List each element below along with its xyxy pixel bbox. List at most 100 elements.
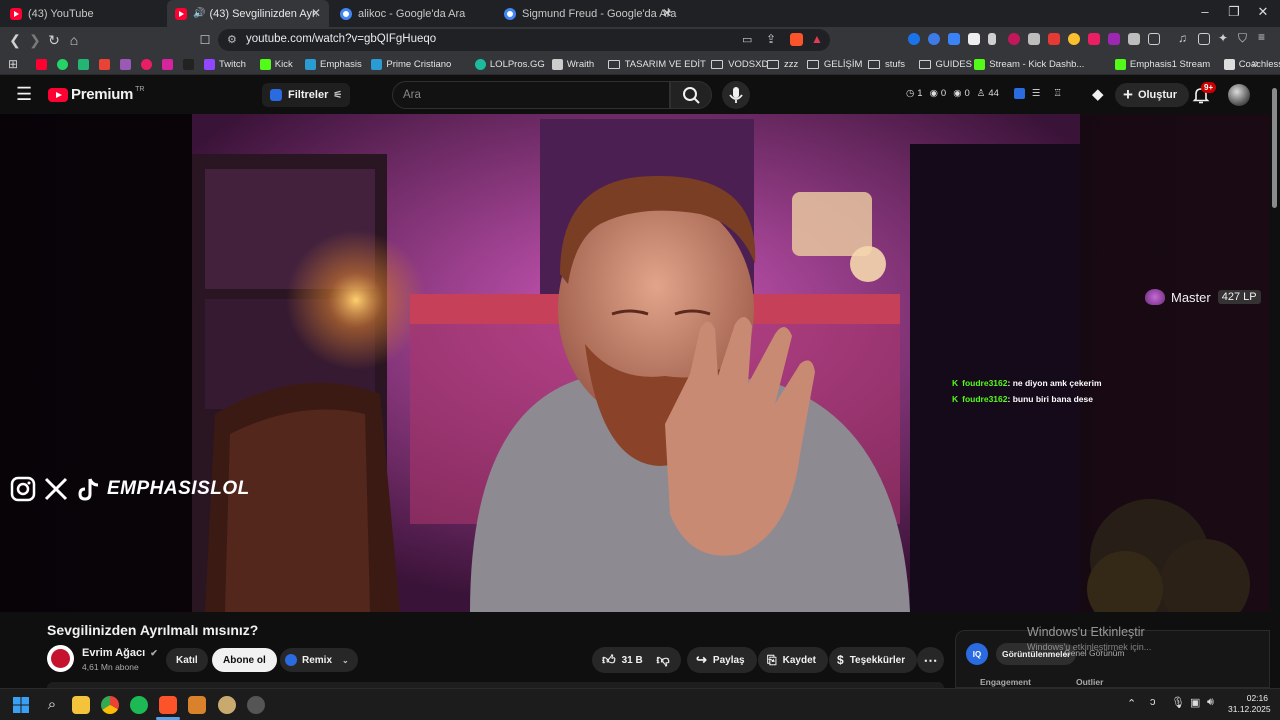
microphone-icon[interactable]: 🎙︎ [1171, 696, 1185, 709]
bookmark-item[interactable] [78, 57, 93, 71]
bookmark-item[interactable]: TASARIM VE EDİT [607, 57, 706, 71]
bookmark-item[interactable]: stufs [868, 57, 905, 71]
extension-icon[interactable] [908, 33, 920, 45]
bookmark-item[interactable] [57, 57, 72, 71]
apps-grid-icon[interactable]: ⊞ [8, 57, 18, 71]
back-icon[interactable]: ❮ [6, 31, 24, 49]
sidebar-icon[interactable] [1198, 33, 1210, 45]
reload-icon[interactable]: ↻ [45, 31, 63, 49]
iq-icon[interactable] [1013, 88, 1025, 99]
clock[interactable]: 02:16 31.12.2025 [1228, 693, 1271, 715]
hamburger-menu-icon[interactable]: ☰ [16, 84, 32, 105]
bookmark-item[interactable]: GUIDES [918, 57, 972, 71]
brave-rewards-icon[interactable]: ▲ [811, 32, 823, 46]
cast-icon[interactable]: ▭ [742, 33, 752, 46]
chrome-icon[interactable] [101, 696, 119, 714]
page-scrollbar[interactable] [1270, 76, 1280, 688]
address-bar[interactable]: ⚙ youtube.com/watch?v=gbQIFgHueqo ▭ ⇪ ▲ [218, 29, 830, 51]
search-input[interactable]: Ara [392, 81, 670, 109]
league-client-icon[interactable] [218, 696, 236, 714]
bookmark-item[interactable] [183, 57, 198, 71]
bookmark-item[interactable]: zzz [767, 57, 798, 71]
extension-icon[interactable] [1008, 33, 1020, 45]
channel-name-row[interactable]: Evrim Ağacı ✔ [82, 647, 158, 659]
thanks-button[interactable]: $ Teşekkürler [829, 647, 918, 673]
search-button[interactable] [670, 81, 712, 109]
extensions-puzzle-icon[interactable] [1128, 33, 1140, 45]
extension-icon[interactable] [948, 33, 960, 45]
avatar[interactable] [1228, 84, 1250, 106]
extension-icon[interactable] [1088, 33, 1100, 45]
bookmark-item[interactable]: Emphasis [305, 57, 362, 71]
create-button[interactable]: + Oluştur [1115, 83, 1190, 107]
trophy-icon[interactable]: ♖ [1053, 88, 1062, 99]
brave-icon[interactable] [159, 696, 177, 714]
tab-current-video[interactable]: 🔊 (43) Sevgilinizden Ayrılmalı m ✕ [167, 0, 329, 27]
bookmark-item[interactable]: Wraith [551, 57, 594, 71]
subscribe-button[interactable]: Abone ol [212, 648, 277, 672]
bookmark-item[interactable] [141, 57, 156, 71]
obs-icon[interactable] [247, 696, 265, 714]
more-bookmarks-button[interactable]: » [1252, 56, 1259, 70]
volume-icon[interactable]: 🔊︎ [1207, 696, 1214, 709]
channel-avatar[interactable] [47, 645, 74, 672]
extension-icon[interactable] [968, 33, 980, 45]
bookmark-item[interactable] [120, 57, 135, 71]
list-icon[interactable]: ☰ [1032, 88, 1041, 99]
search-icon[interactable]: ⌕ [43, 696, 61, 714]
save-button[interactable]: ⎘ Kaydet [758, 647, 828, 673]
extension-icon[interactable] [1108, 33, 1120, 45]
share-icon[interactable]: ⇪ [766, 32, 776, 46]
bookmark-item[interactable]: VODSXD [711, 57, 768, 71]
forward-icon[interactable]: ❯ [26, 31, 44, 49]
dislike-button[interactable]: 👎︎ [645, 647, 681, 673]
remix-button[interactable]: Remix ⌄ [280, 648, 358, 672]
bookmark-item[interactable]: GELİŞİM [806, 57, 862, 71]
bookmark-item[interactable]: Prime Cristiano [371, 57, 451, 71]
join-button[interactable]: Katıl [166, 648, 208, 672]
bookmark-item[interactable]: Stream - Kick Dashb... [974, 57, 1084, 71]
chevron-up-icon[interactable]: ⌃ [1127, 697, 1136, 710]
windows-start-icon[interactable] [12, 696, 30, 714]
tray-icon[interactable]: ↄ [1150, 696, 1156, 708]
close-tab-icon[interactable]: ✕ [311, 6, 321, 20]
video-player[interactable]: EMPHASISLOL Master 427 LP Kfoudre3162: n… [0, 114, 1270, 612]
menu-icon[interactable]: ≡ [1258, 30, 1270, 44]
new-tab-button[interactable]: + [664, 4, 673, 21]
maximize-button[interactable]: ❐ [1219, 4, 1249, 20]
bookmark-item[interactable]: Kick [259, 57, 293, 71]
tab-youtube-home[interactable]: (43) YouTube [0, 0, 166, 27]
camera-icon[interactable] [1028, 33, 1040, 45]
notifications-button[interactable]: 9+ [1192, 82, 1217, 109]
eyedropper-icon[interactable] [988, 33, 996, 45]
bookmark-item[interactable] [36, 57, 51, 71]
spotify-icon[interactable] [130, 696, 148, 714]
leo-ai-icon[interactable]: ✦ [1218, 31, 1230, 45]
extension-icon[interactable] [1068, 33, 1080, 45]
extension-icon[interactable] [1148, 33, 1160, 45]
extension-icon[interactable] [1048, 33, 1060, 45]
bookmark-item[interactable]: Twitch [204, 57, 246, 71]
bookmark-item[interactable] [162, 57, 177, 71]
site-info-icon[interactable]: ⚙ [227, 33, 237, 46]
close-window-button[interactable]: ✕ [1248, 4, 1278, 20]
file-explorer-icon[interactable] [72, 696, 90, 714]
share-button[interactable]: ↪ Paylaş [687, 647, 757, 673]
tab-google-freud[interactable]: Sigmund Freud - Google'da Ara ✕ [494, 0, 686, 27]
bookmark-item[interactable] [99, 57, 114, 71]
vpn-shield-icon[interactable]: ⛉ [1238, 31, 1250, 45]
minimize-button[interactable]: – [1190, 4, 1220, 19]
media-icon[interactable]: ♫ [1178, 31, 1190, 45]
youtube-premium-logo[interactable]: Premium TR [48, 86, 144, 103]
more-actions-button[interactable]: ⋯ [917, 647, 944, 673]
filters-button[interactable]: Filtreler ⚟ [262, 83, 351, 107]
bookmark-icon[interactable]: ☐ [196, 31, 214, 49]
extension-icon[interactable] [928, 33, 940, 45]
voice-search-button[interactable] [722, 81, 750, 109]
sublime-icon[interactable] [188, 696, 206, 714]
bookmark-item[interactable]: Emphasis1 Stream [1114, 57, 1210, 71]
network-icon[interactable]: ▣ [1190, 696, 1200, 709]
tab-google-alikoc[interactable]: alikoc - Google'da Ara [330, 0, 492, 27]
scrollbar-thumb[interactable] [1272, 88, 1277, 208]
gem-icon[interactable]: ◆ [1092, 85, 1104, 103]
